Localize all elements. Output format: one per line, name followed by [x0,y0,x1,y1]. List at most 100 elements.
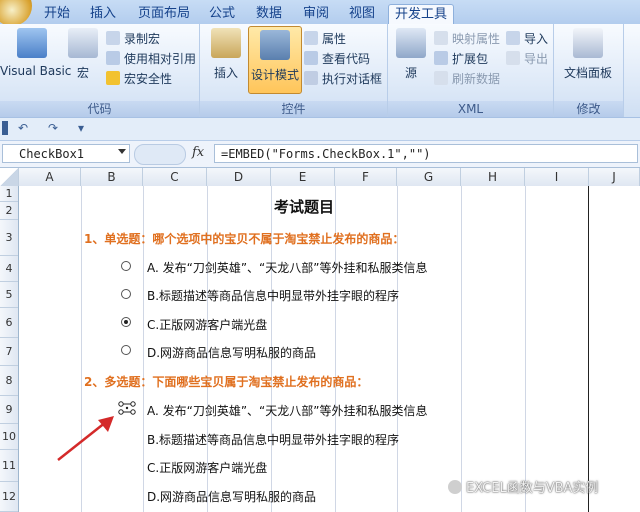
xml-source-button[interactable]: 源 [394,28,428,81]
q2-option-b: B.标题描述等商品信息中明显带外挂字眼的程序 [147,433,400,447]
undo-icon[interactable]: ↶ [16,121,30,135]
group-modify-label: 修改 [554,101,623,117]
properties-label: 属性 [322,32,347,46]
row-header[interactable]: 1 [0,186,18,202]
grid-line [525,186,526,512]
question-2-heading: 2、多选题：下面哪些宝贝属于淘宝禁止发布的商品： [84,375,369,389]
relative-ref-button[interactable]: 使用相对引用 [106,50,196,68]
tab-developer[interactable]: 开发工具 [388,4,455,25]
formula-input[interactable]: =EMBED("Forms.CheckBox.1","") [214,144,638,163]
properties-icon [304,31,318,45]
column-header[interactable]: A [19,168,81,186]
formula-bar: CheckBox1 fx =EMBED("Forms.CheckBox.1","… [0,141,640,168]
select-all-button[interactable] [0,168,19,186]
radio-option-b[interactable] [121,289,131,299]
design-mode-button[interactable]: 设计模式 [248,26,302,94]
group-code-label: 代码 [0,101,199,117]
radio-option-a[interactable] [121,261,131,271]
row-header[interactable]: 7 [0,338,18,366]
grid-line [461,186,462,512]
tab-data[interactable]: 数据 [250,4,288,24]
map-properties-button[interactable]: 映射属性 [434,30,500,48]
tab-insert[interactable]: 插入 [84,4,122,24]
document-panel-button[interactable]: 文档面板 [556,28,620,81]
row-header[interactable]: 8 [0,366,18,396]
properties-button[interactable]: 属性 [304,30,346,48]
row-header[interactable]: 5 [0,282,18,308]
watermark-text: EXCEL函数与VBA实例 [466,481,599,496]
q2-option-c: C.正版网游客户端光盘 [147,461,268,475]
insert-control-button[interactable]: 插入 [206,28,246,81]
column-header[interactable]: J [589,168,640,186]
expansion-packs-icon [434,51,448,65]
checkbox-control-selected[interactable] [118,399,136,417]
visual-basic-button[interactable]: Visual Basic [0,28,71,78]
record-macro-label: 录制宏 [124,32,161,46]
record-macro-button[interactable]: 录制宏 [106,30,160,48]
row-header[interactable]: 3 [0,220,18,256]
radio-option-c[interactable] [121,317,131,327]
group-code: Visual Basic 宏 录制宏 使用相对引用 宏安全性 代码 [0,24,200,117]
row-header[interactable]: 12 [0,482,18,512]
watermark: EXCEL函数与VBA实例 [448,477,598,496]
ribbon-tab-bar: 开始 插入 页面布局 公式 数据 审阅 视图 开发工具 [0,0,640,26]
row-header[interactable]: 10 [0,424,18,450]
redo-icon[interactable]: ↷ [46,121,60,135]
tab-page-layout[interactable]: 页面布局 [132,4,196,24]
export-icon [506,51,520,65]
export-button[interactable]: 导出 [506,50,548,68]
refresh-icon [434,71,448,85]
run-dialog-label: 执行对话框 [322,72,383,86]
row-header[interactable]: 6 [0,308,18,338]
column-header[interactable]: E [271,168,335,186]
expansion-packs-label: 扩展包 [452,52,489,66]
expansion-packs-button[interactable]: 扩展包 [434,50,488,68]
relative-ref-label: 使用相对引用 [124,52,197,66]
refresh-data-button[interactable]: 刷新数据 [434,70,500,88]
column-header[interactable]: G [397,168,461,186]
import-button[interactable]: 导入 [506,30,548,48]
document-panel-icon [573,28,603,58]
q1-option-c: C.正版网游客户端光盘 [147,318,268,332]
chevron-down-icon[interactable] [118,149,126,154]
macros-icon [68,28,98,58]
row-header[interactable]: 4 [0,256,18,282]
tab-view[interactable]: 视图 [343,4,381,24]
column-header[interactable]: F [335,168,397,186]
macro-security-button[interactable]: 宏安全性 [106,70,172,88]
run-dialog-button[interactable]: 执行对话框 [304,70,382,88]
column-header[interactable]: H [461,168,525,186]
name-box[interactable]: CheckBox1 [2,144,130,163]
macro-security-label: 宏安全性 [124,72,173,86]
row-header[interactable]: 11 [0,450,18,482]
customize-qat-icon[interactable]: ▾ [74,121,88,135]
office-button[interactable] [0,0,32,26]
column-header[interactable]: D [207,168,271,186]
group-controls: 插入 设计模式 属性 查看代码 执行对话框 控件 [200,24,388,117]
wechat-icon [448,480,462,494]
xml-source-label: 源 [404,66,417,80]
column-header[interactable]: C [143,168,207,186]
row-header[interactable]: 9 [0,396,18,424]
formula-bar-handle[interactable] [134,144,186,165]
column-header[interactable]: B [81,168,143,186]
q1-option-d: D.网游商品信息写明私服的商品 [147,346,317,360]
tab-home[interactable]: 开始 [38,4,76,24]
view-code-button[interactable]: 查看代码 [304,50,370,68]
run-dialog-icon [304,71,318,85]
toolbox-icon [211,28,241,58]
column-header[interactable]: I [525,168,589,186]
macros-label: 宏 [76,66,89,80]
tab-review[interactable]: 审阅 [297,4,335,24]
tab-formulas[interactable]: 公式 [203,4,241,24]
q2-option-a: A. 发布“刀剑英雄”、“天龙八部”等外挂和私服类信息 [147,404,428,418]
macros-button[interactable]: 宏 [68,28,98,81]
radio-option-d[interactable] [121,345,131,355]
view-code-icon [304,51,318,65]
row-header[interactable]: 2 [0,202,18,220]
insert-control-label: 插入 [213,66,238,80]
import-label: 导入 [524,32,549,46]
red-arrow-icon [57,416,114,461]
insert-function-icon[interactable]: fx [192,145,204,160]
save-icon[interactable] [2,121,8,135]
